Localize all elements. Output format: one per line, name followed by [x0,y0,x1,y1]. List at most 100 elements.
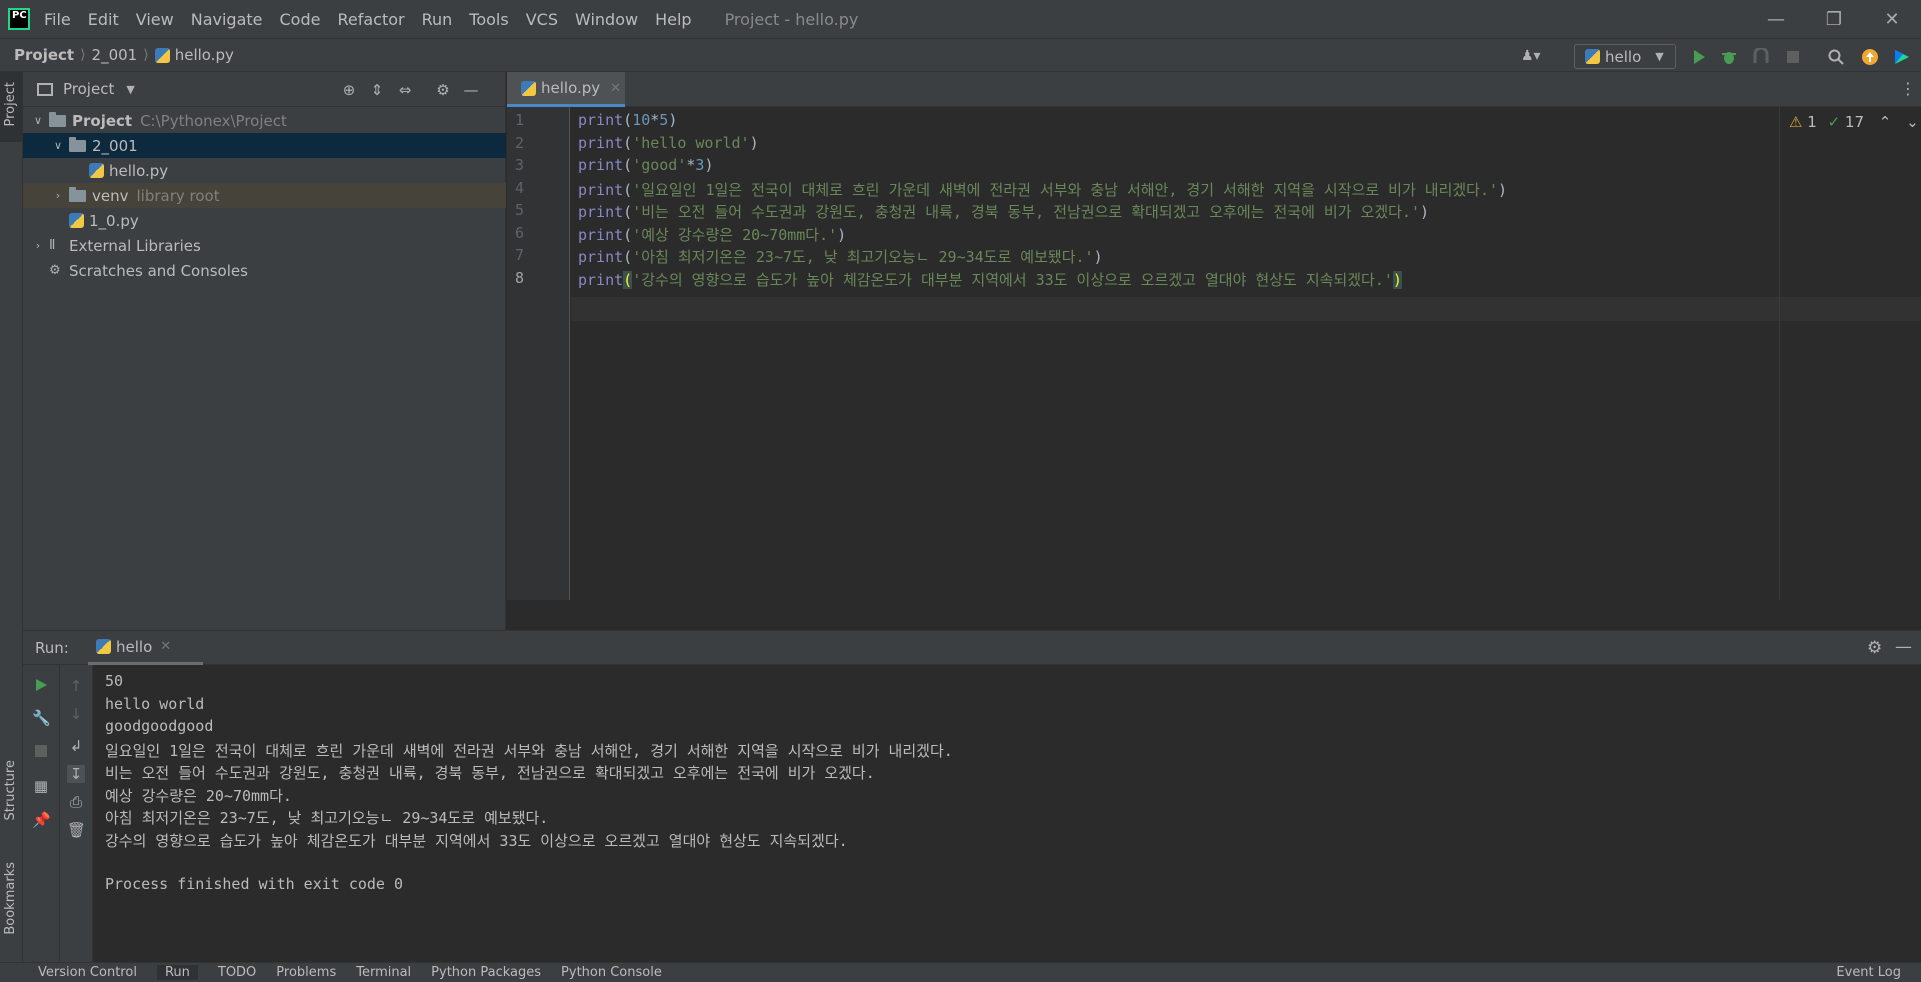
debug-icon[interactable] [1720,48,1738,66]
pin-icon[interactable]: 📌 [32,811,51,829]
tool-python-console[interactable]: Python Console [561,965,662,980]
tree-item[interactable]: ⚙ Scratches and Consoles [23,258,506,283]
previous-highlight-icon[interactable]: ⌃ [1879,113,1892,131]
tree-item-label: Project [72,111,133,130]
menu-run[interactable]: Run [422,10,453,29]
menu-window[interactable]: Window [575,10,638,29]
python-file-icon [521,80,536,96]
menu-edit[interactable]: Edit [88,10,119,29]
breadcrumb-project[interactable]: Project [14,46,74,64]
hide-icon[interactable]: — [462,81,480,99]
code-token: '강수의 영향으로 습도가 높아 체감온도가 대부분 지역에서 33도 이상으로… [632,270,1393,289]
console-line: 50 [105,672,124,690]
menu-code[interactable]: Code [280,10,321,29]
restore-icon[interactable]: ❐ [1805,0,1863,38]
chevron-right-icon[interactable]: › [51,189,65,202]
tree-item-label: 2_001 [92,136,138,155]
tree-item[interactable]: › venv library root [23,183,506,208]
tab-label: hello.py [541,79,601,97]
run-panel-header: Run: hello ✕ ⚙ — [23,631,1921,665]
minimize-icon[interactable]: — [1747,0,1805,38]
arrow-up-icon[interactable]: ↑ [67,677,85,695]
close-icon[interactable]: ✕ [1863,0,1921,38]
arrow-down-icon[interactable]: ↓ [67,705,85,723]
update-icon[interactable] [1861,48,1879,66]
close-tab-icon[interactable]: ✕ [610,81,621,96]
menu-view[interactable]: View [136,10,174,29]
next-highlight-icon[interactable]: ⌄ [1906,113,1919,131]
breadcrumb-folder[interactable]: 2_001 [92,46,138,64]
locate-icon[interactable]: ⊕ [340,81,358,99]
tree-item[interactable]: hello.py [23,158,506,183]
user-icon[interactable]: ♟▾ [1521,48,1541,66]
right-margin [1779,107,1780,600]
trash-icon[interactable]: 🗑 [67,821,86,839]
chevron-down-icon[interactable]: ▼ [126,83,134,96]
line-number: 1 [515,111,525,129]
more-icon[interactable]: ⋮ [1900,79,1916,98]
code-token: ) [1420,203,1430,221]
menu-vcs[interactable]: VCS [526,10,558,29]
tool-event-log[interactable]: Event Log [1836,965,1901,980]
run-tab-hello[interactable]: hello ✕ [88,631,203,665]
tree-item[interactable]: ∨ Project C:\Pythonex\Project [23,108,506,133]
scroll-to-end-icon[interactable]: ↧ [67,765,85,783]
layout-icon[interactable]: ▦ [32,777,50,795]
gear-icon[interactable]: ⚙ [434,81,452,99]
chevron-down-icon[interactable]: ∨ [51,139,65,152]
code-token: print [578,156,624,174]
stop-icon[interactable] [1784,48,1802,66]
collapse-all-icon[interactable]: ⇔ [396,81,414,99]
hide-icon[interactable]: — [1895,637,1912,657]
menu-refactor[interactable]: Refactor [337,10,404,29]
search-icon[interactable] [1827,48,1845,66]
line-number: 6 [515,223,525,242]
main-menu: File Edit View Navigate Code Refactor Ru… [44,10,709,29]
expand-all-icon[interactable]: ⇕ [368,81,386,99]
project-panel-title[interactable]: Project [63,80,114,98]
window-title: Project - hello.py [724,9,859,29]
close-tab-icon[interactable]: ✕ [160,639,171,654]
wrench-icon[interactable]: 🔧 [32,709,51,727]
gear-icon[interactable]: ⚙ [1867,638,1882,658]
tool-terminal[interactable]: Terminal [356,965,411,980]
run-config-select[interactable]: hello ▼ [1574,44,1676,69]
coverage-icon[interactable] [1752,46,1770,66]
menu-help[interactable]: Help [655,10,691,29]
chevron-right-icon[interactable]: › [31,239,45,252]
tree-item[interactable]: 1_0.py [23,208,506,233]
tool-problems[interactable]: Problems [276,965,336,980]
code-token: '아침 최저기온은 23~7도, 낮 최고기오능ㄴ 29~34도로 예보됐다.' [632,248,1094,266]
console-output[interactable]: 50 hello world goodgoodgood 일요일인 1일은 전국이 대체… [93,665,1893,963]
python-icon [96,639,111,654]
code-token: print [578,133,624,152]
code-editor[interactable]: 12345678 print(10*5) print('hello world')… [507,107,1921,630]
stop-icon[interactable] [32,743,50,761]
run-icon[interactable] [1690,48,1708,66]
tab-hello-py[interactable]: hello.py ✕ [507,72,625,107]
tool-run[interactable]: Run [156,965,198,980]
tool-version-control[interactable]: Version Control [38,965,137,980]
library-icon: Ⅱ [49,238,56,253]
tool-todo[interactable]: TODO [218,965,256,980]
soft-wrap-icon[interactable]: ↲ [67,737,85,755]
console-line: 강수의 영향으로 습도가 높아 체감온도가 대부분 지역에서 33도 이상으로 … [105,831,848,850]
folder-icon [49,111,66,127]
console-line: 비는 오전 들어 수도권과 강원도, 충청권 내륙, 경북 동부, 전남권으로 … [105,764,875,782]
bookmarks-stripe-label[interactable]: Bookmarks [3,862,18,935]
chevron-down-icon[interactable]: ∨ [31,114,45,127]
menu-tools[interactable]: Tools [469,10,508,29]
rerun-icon[interactable] [32,677,50,695]
print-icon[interactable]: ⎙ [67,793,85,811]
structure-stripe-label[interactable]: Structure [3,760,18,820]
menu-file[interactable]: File [44,10,71,29]
tool-python-packages[interactable]: Python Packages [431,965,541,980]
menu-navigate[interactable]: Navigate [191,10,263,29]
tree-item[interactable]: ∨ 2_001 [23,133,506,158]
jetbrains-toolbox-icon[interactable] [1893,48,1911,66]
inspection-widget[interactable]: ⚠ 1 ✓ 17 ⌃ ⌄ [1789,113,1919,131]
breadcrumb-file[interactable]: hello.py [175,46,234,64]
tree-item[interactable]: › Ⅱ External Libraries [23,233,506,258]
project-stripe-label[interactable]: Project [3,82,18,126]
code-token: print [578,225,624,244]
